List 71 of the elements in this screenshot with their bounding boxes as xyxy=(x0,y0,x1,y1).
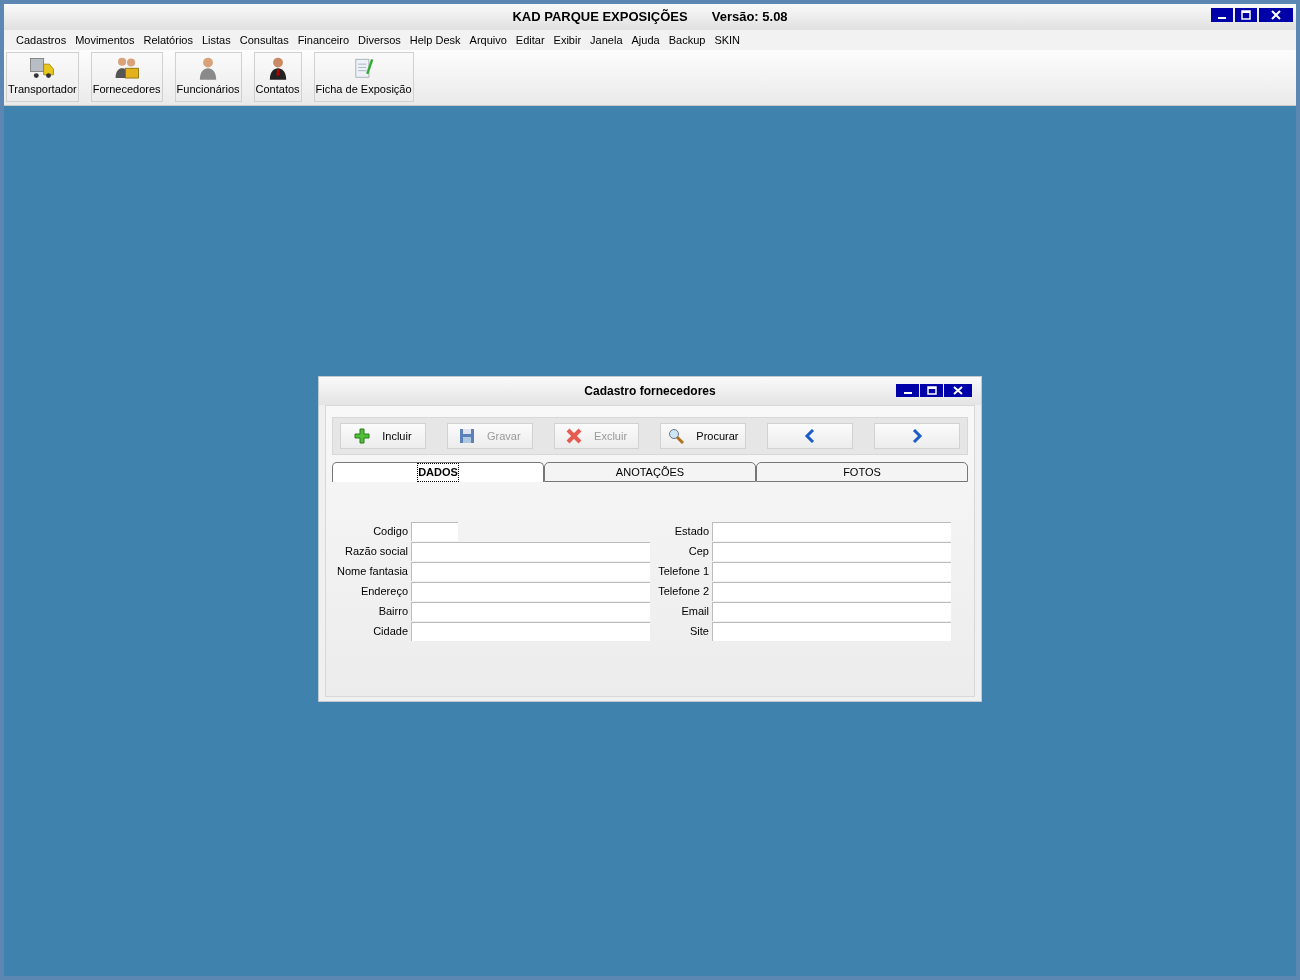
input-field[interactable] xyxy=(712,562,951,581)
menu-item[interactable]: Financeiro xyxy=(297,31,349,49)
menu-item[interactable]: SKIN xyxy=(714,31,741,49)
menu-item[interactable]: Diversos xyxy=(358,31,401,49)
input-field[interactable] xyxy=(411,522,458,541)
field-label: Codigo xyxy=(372,524,409,540)
search-button[interactable]: Procurar xyxy=(660,423,747,449)
input-field[interactable] xyxy=(411,542,650,561)
toolbar-button[interactable]: Funcionários xyxy=(174,52,242,102)
field-label: Endereço xyxy=(359,584,409,600)
add-button[interactable]: Incluir xyxy=(340,423,426,449)
field-label: Telefone 1 xyxy=(657,564,710,580)
dialog-title: Cadastro fornecedores xyxy=(584,383,716,400)
plus-icon xyxy=(354,428,371,444)
maximize-button[interactable] xyxy=(1235,8,1257,22)
right-chevron-icon xyxy=(911,429,924,443)
field-label: Email xyxy=(680,604,710,620)
field-label: Cep xyxy=(687,544,710,560)
x-icon xyxy=(566,428,583,444)
menu-item[interactable]: Ajuda xyxy=(631,31,660,49)
toolbar-button[interactable]: Transportador xyxy=(6,52,79,102)
toolbar-button[interactable]: Contatos xyxy=(253,52,302,102)
toolbar-button[interactable]: Ficha de Exposição xyxy=(313,52,414,102)
version-label: Versão: 5.08 xyxy=(711,8,788,27)
maximize-icon xyxy=(926,386,937,395)
field-label: Telefone 2 xyxy=(657,584,710,600)
next-button[interactable] xyxy=(874,423,960,449)
input-field[interactable] xyxy=(411,562,650,581)
close-button[interactable] xyxy=(944,384,972,397)
minimize-button[interactable] xyxy=(1211,8,1233,22)
input-field[interactable] xyxy=(411,582,650,601)
menu-item[interactable]: Arquivo xyxy=(469,31,507,49)
menu-item[interactable]: Cadastros xyxy=(16,31,67,49)
toolbar-button[interactable]: Fornecedores xyxy=(90,52,163,102)
field-label: Nome fantasia xyxy=(336,564,409,580)
left-chevron-icon xyxy=(804,429,817,443)
input-field[interactable] xyxy=(712,522,951,541)
input-field[interactable] xyxy=(712,622,951,641)
maximize-icon xyxy=(1241,10,1251,20)
tab[interactable]: ANOTAÇÕES xyxy=(544,462,756,482)
menu-item[interactable]: Listas xyxy=(201,31,231,49)
close-icon xyxy=(953,386,963,395)
close-icon xyxy=(1271,10,1281,20)
search-icon xyxy=(668,428,685,444)
close-button[interactable] xyxy=(1259,8,1293,22)
input-field[interactable] xyxy=(411,602,650,621)
minimize-icon xyxy=(903,392,912,394)
menu-item[interactable]: Janela xyxy=(590,31,623,49)
field-label: Razão social xyxy=(344,544,409,560)
menu-item[interactable]: Exibir xyxy=(553,31,582,49)
minimize-button[interactable] xyxy=(896,384,919,397)
previous-button[interactable] xyxy=(767,423,854,449)
menu-item[interactable]: Help Desk xyxy=(409,31,461,49)
maximize-button[interactable] xyxy=(920,384,943,397)
menu-item[interactable]: Relatórios xyxy=(143,31,193,49)
input-field[interactable] xyxy=(712,602,951,621)
tab[interactable]: DADOS xyxy=(332,462,544,482)
window-title: KAD PARQUE EXPOSIÇÕES xyxy=(512,8,688,27)
input-field[interactable] xyxy=(712,582,951,601)
tab[interactable]: FOTOS xyxy=(756,462,968,482)
menu-item[interactable]: Backup xyxy=(668,31,706,49)
input-field[interactable] xyxy=(712,542,951,561)
minimize-icon xyxy=(1218,17,1226,19)
menu-item[interactable]: Editar xyxy=(515,31,545,49)
menu-item[interactable]: Movimentos xyxy=(75,31,135,49)
field-label: Bairro xyxy=(377,604,409,620)
input-field[interactable] xyxy=(411,622,650,641)
field-label: Cidade xyxy=(372,624,409,640)
menu-item[interactable]: Consultas xyxy=(239,31,289,49)
field-label: Estado xyxy=(673,524,710,540)
field-label: Site xyxy=(689,624,710,640)
